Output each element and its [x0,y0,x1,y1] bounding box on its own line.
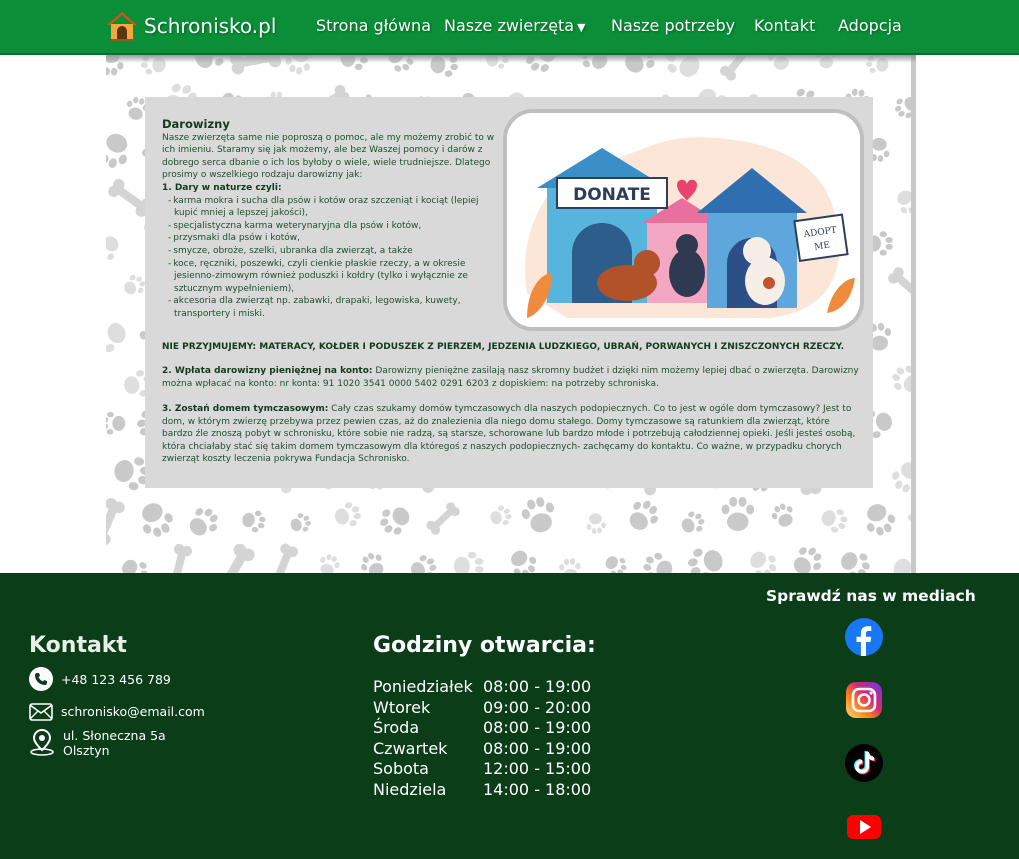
list-item: - smycze, obroże, szelki, ubranka dla zwi… [168,245,413,256]
hours-time: 09:00 - 20:00 [483,697,592,717]
header-shadow [106,55,916,63]
address-city: Olsztyn [63,743,110,758]
nav-link-animals-label: Nasze zwierzęta [444,16,575,35]
hours-day: Niedziela [373,779,447,799]
hours-row: Środa 08:00 - 19:00 [373,718,603,739]
chevron-down-icon: ▼ [577,21,586,34]
nav-link-animals[interactable]: Nasze zwierzęta ▼ [444,16,586,35]
foster-home-section: 3. Zostań domem tymczasowym: Cały czas s… [162,403,862,466]
donate-doghouse-image: DONATE ADOPT ME [507,113,860,327]
email-address[interactable]: schronisko@email.com [61,702,205,719]
instagram-icon[interactable] [845,681,883,719]
location-pin-icon [30,728,54,756]
contact-title: Kontakt [29,633,127,658]
bank-account-number: 91 1020 3541 0000 5402 0291 6203 [322,378,489,389]
hours-day: Wtorek [373,697,431,717]
contact-address: ul. Słoneczna 5a Olsztyn [29,728,166,758]
hours-row: Poniedziałek 08:00 - 19:00 [373,677,603,698]
nav-link-contact[interactable]: Kontakt [754,16,815,35]
hours-row: Sobota 12:00 - 15:00 [373,759,603,780]
money-donation-section: 2. Wpłata darowizny pieniężnej na konto:… [162,365,862,390]
opening-hours-title: Godziny otwarcia: [373,633,596,658]
hours-row: Niedziela 14:00 - 18:00 [373,780,603,801]
transfer-note: na potrzeby schroniska. [551,378,659,389]
donations-panel: Darowizny Nasze zwierzęta same nie popro… [145,97,873,488]
money-donation-heading: 2. Wpłata darowizny pieniężnej na konto: [162,366,373,376]
social-media-title: Sprawdź nas w mediach [766,587,976,605]
facebook-icon[interactable] [845,618,883,656]
hours-time: 12:00 - 15:00 [483,759,592,779]
list-item: - karma mokra i sucha dla psów i kotów or… [168,195,479,219]
money-donation-suffix: z dopiskiem: [488,378,552,389]
doghouse-icon [107,12,137,41]
tiktok-icon[interactable] [845,744,883,782]
nav-link-needs[interactable]: Nasze potrzeby [611,16,735,35]
nav-link-home[interactable]: Strona główna [316,16,431,35]
in-kind-heading: 1. Dary w naturze czyli: [162,182,282,193]
hours-time: 08:00 - 19:00 [483,677,592,696]
nav-link-adoption[interactable]: Adopcja [838,16,902,35]
donate-sign-text: DONATE [573,185,651,205]
not-accepted-warning: NIE PRZYJMUJEMY: MATERACY, KOŁDER I PODU… [162,342,845,352]
address: ul. Słoneczna 5a Olsztyn [63,728,166,758]
donations-intro: Nasze zwierzęta same nie poproszą o pomo… [162,132,495,181]
hours-time: 14:00 - 18:00 [483,779,592,799]
hours-day: Sobota [373,759,429,779]
hours-day: Poniedziałek [373,677,473,696]
address-street: ul. Słoneczna 5a [63,728,166,743]
brand-logo[interactable]: Schronisko.pl [106,10,276,42]
footer: Kontakt +48 123 456 789 schronisko@email… [0,573,1019,859]
phone-icon [29,667,53,691]
hours-time: 08:00 - 19:00 [483,738,592,758]
hours-row: Wtorek 09:00 - 20:00 [373,698,603,719]
list-item: - akcesoria dla zwierząt np. zabawki, dra… [168,296,461,319]
donate-illustration: DONATE ADOPT ME [503,109,864,331]
navbar: Schronisko.pl Strona główna Nasze zwierz… [0,0,1019,55]
brand-name: Schronisko.pl [144,14,277,38]
donations-title: Darowizny [162,117,230,131]
list-item: - specjalistyczna karma weterynaryjna dla… [168,220,422,231]
list-item: - koce, ręczniki, poszewki, czyli cienkie… [168,258,468,294]
phone-number[interactable]: +48 123 456 789 [61,667,171,687]
list-item: - przysmaki dla psów i kotów, [168,233,300,244]
contact-email: schronisko@email.com [29,702,205,722]
hours-day: Czwartek [373,738,448,758]
youtube-icon[interactable] [845,807,883,845]
hours-time: 08:00 - 19:00 [483,718,592,738]
hours-day: Środa [373,718,420,738]
opening-hours-table: Poniedziałek 08:00 - 19:00 Wtorek 09:00 - … [373,677,603,801]
envelope-icon [29,703,53,721]
foster-home-heading: 3. Zostań domem tymczasowym: [162,404,329,414]
contact-phone: +48 123 456 789 [29,667,171,691]
donations-text-block: Darowizny Nasze zwierzęta same nie popro… [162,118,502,321]
hours-row: Czwartek 08:00 - 19:00 [373,739,603,760]
